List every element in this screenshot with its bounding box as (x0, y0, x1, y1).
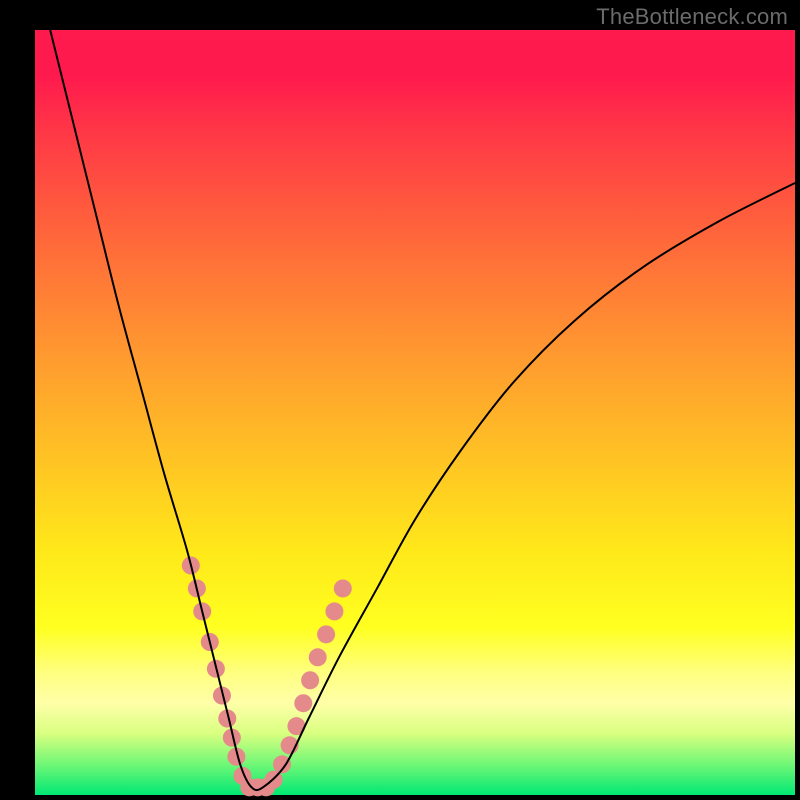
chart-frame: TheBottleneck.com (0, 0, 800, 800)
sample-dot (334, 579, 352, 597)
sample-dot (317, 625, 335, 643)
watermark-text: TheBottleneck.com (596, 4, 788, 30)
sample-dots (182, 557, 352, 797)
sample-dot (325, 602, 343, 620)
sample-dot (301, 671, 319, 689)
bottleneck-curve (50, 30, 795, 790)
chart-svg (0, 0, 800, 800)
sample-dot (294, 694, 312, 712)
sample-dot (309, 648, 327, 666)
